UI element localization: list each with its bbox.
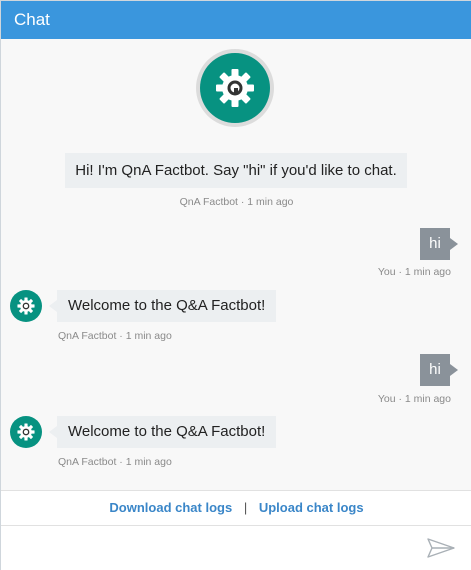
intro-message: Hi! I'm QnA Factbot. Say "hi" if you'd l… bbox=[65, 153, 407, 188]
gear-icon bbox=[17, 297, 35, 315]
download-chat-logs-link[interactable]: Download chat logs bbox=[109, 500, 232, 515]
composer bbox=[1, 526, 471, 570]
upload-chat-logs-link[interactable]: Upload chat logs bbox=[259, 500, 364, 515]
gear-icon bbox=[216, 69, 254, 107]
bot-avatar-circle bbox=[200, 53, 270, 123]
bot-message-timestamp: QnA Factbot · 1 min ago bbox=[58, 330, 172, 342]
links-separator: | bbox=[243, 500, 248, 515]
message-list[interactable]: Hi! I'm QnA Factbot. Say "hi" if you'd l… bbox=[1, 39, 471, 490]
user-message: hi bbox=[420, 354, 458, 386]
chat-window: Chat Hi! I'm QnA Factbot. Say "hi" if yo… bbox=[0, 0, 471, 570]
send-button[interactable] bbox=[425, 536, 457, 560]
bot-message: Welcome to the Q&A Factbot! bbox=[48, 290, 277, 322]
bot-message: Welcome to the Q&A Factbot! bbox=[48, 416, 277, 448]
user-message-timestamp: You · 1 min ago bbox=[377, 393, 451, 405]
message-input[interactable] bbox=[9, 534, 409, 562]
user-message: hi bbox=[420, 228, 458, 260]
chat-log-links: Download chat logs | Upload chat logs bbox=[1, 490, 471, 526]
bot-message-timestamp: QnA Factbot · 1 min ago bbox=[58, 456, 172, 468]
chat-header: Chat bbox=[1, 1, 471, 39]
bot-avatar bbox=[10, 290, 42, 322]
bot-avatar bbox=[10, 416, 42, 448]
bot-avatar-large bbox=[196, 49, 274, 127]
gear-icon bbox=[17, 423, 35, 441]
header-title: Chat bbox=[14, 10, 50, 29]
user-message-timestamp: You · 1 min ago bbox=[377, 266, 451, 278]
send-icon bbox=[427, 538, 455, 558]
intro-timestamp: QnA Factbot · 1 min ago bbox=[179, 196, 294, 208]
